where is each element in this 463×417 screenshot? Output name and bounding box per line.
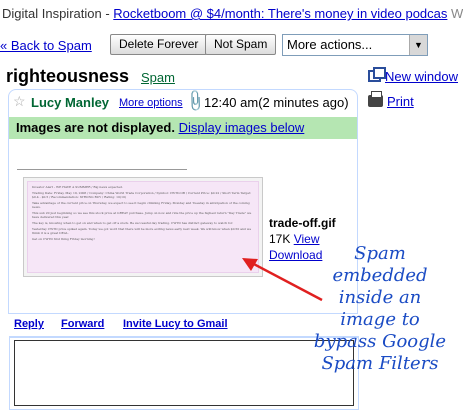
- message-header: ☆ Lucy Manley More options 📎 12:40 am(2 …: [9, 90, 357, 116]
- sender-name[interactable]: Lucy Manley: [31, 95, 109, 110]
- invite-link[interactable]: Invite Lucy to Gmail: [123, 318, 228, 330]
- annotation-line: inside an: [338, 287, 422, 308]
- annotation-line: image to: [340, 309, 420, 330]
- overflow-text: W: [451, 6, 463, 21]
- star-icon[interactable]: ☆: [13, 93, 26, 110]
- new-window-link[interactable]: New window: [368, 67, 458, 84]
- reply-textarea[interactable]: [14, 340, 354, 406]
- images-warning-bar: Images are not displayed. Display images…: [9, 117, 357, 139]
- header-strip: Digital Inspiration - Rocketboom @ $4/mo…: [0, 0, 463, 28]
- forward-link[interactable]: Forward: [61, 318, 104, 330]
- message-time: 12:40 am(2 minutes ago): [204, 95, 349, 110]
- attachment-thumbnail-frame[interactable]: Investor Alert - WE HAVE A SUMMER / Big …: [23, 177, 263, 277]
- delete-forever-button[interactable]: Delete Forever: [110, 34, 208, 55]
- subject-title: righteousness: [6, 66, 130, 86]
- attachment-size: 17K: [269, 232, 291, 246]
- title-separator: -: [101, 6, 114, 21]
- site-name: Digital Inspiration: [2, 6, 102, 21]
- spam-image-line: The key is, knowing when to get on and w…: [32, 221, 234, 225]
- images-warning-text: Images are not displayed.: [16, 120, 175, 135]
- attachment-name: trade-off.gif: [269, 216, 336, 230]
- message-toolbar: « Back to Spam Delete Forever Not Spam M…: [0, 32, 463, 58]
- display-images-link[interactable]: Display images below: [179, 120, 305, 135]
- new-window-label: New window: [385, 69, 458, 84]
- dropdown-arrow-icon[interactable]: ▼: [409, 35, 427, 55]
- annotation-line: embedded: [332, 265, 428, 286]
- annotation-line: Spam: [354, 243, 406, 264]
- print-label: Print: [387, 94, 414, 109]
- message-time-value: 12:40 am: [204, 95, 259, 110]
- more-actions-value: More actions...: [287, 37, 373, 52]
- spam-image-line: Take advantage of the current price on T…: [32, 201, 250, 209]
- spam-image-line: Get on CWTD first thing Friday morning!: [32, 237, 95, 241]
- printer-icon: [368, 91, 383, 107]
- spam-image-line: This sub 20 just beginning so we see thi…: [32, 211, 252, 219]
- spam-image-line: Trading Date: Friday, May 19, 2006 / Com…: [32, 191, 252, 199]
- message-time-ago: (2 minutes ago): [258, 95, 349, 110]
- headline-link[interactable]: Rocketboom @ $4/month: There's money in …: [113, 6, 447, 21]
- back-to-spam-link[interactable]: « Back to Spam: [0, 38, 92, 53]
- spam-label-link[interactable]: Spam: [141, 70, 175, 85]
- annotation-line: bypass Google: [313, 331, 447, 352]
- spam-image: Investor Alert - WE HAVE A SUMMER / Big …: [27, 181, 259, 273]
- spam-image-line: Yesterday CWTD price spiked again. Today…: [32, 227, 252, 235]
- annotation-text: Spam embedded inside an image to bypass …: [305, 243, 455, 375]
- more-actions-dropdown[interactable]: More actions... ▼: [282, 34, 428, 56]
- new-window-icon: [368, 67, 386, 82]
- annotation-line: Spam Filters: [321, 353, 439, 374]
- more-options-link[interactable]: More options: [119, 97, 183, 109]
- spam-image-line: Investor Alert - WE HAVE A SUMMER / Big …: [32, 185, 123, 189]
- not-spam-button[interactable]: Not Spam: [205, 34, 277, 55]
- divider: [17, 169, 187, 170]
- print-link[interactable]: Print: [368, 91, 414, 109]
- reply-link[interactable]: Reply: [14, 318, 44, 330]
